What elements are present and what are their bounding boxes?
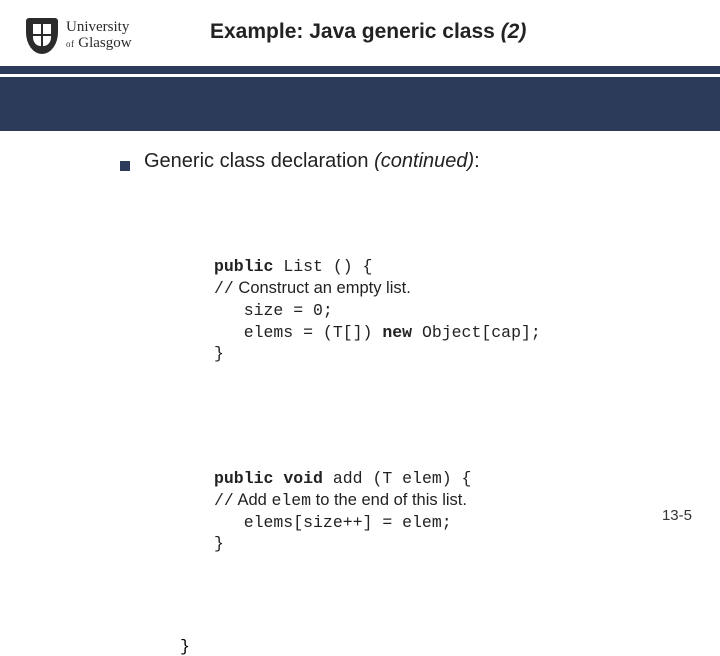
line-size: size = 0;: [214, 301, 333, 320]
outer-closing-brace: }: [180, 637, 680, 656]
constructor-block: public List () { // Construct an empty l…: [214, 235, 680, 387]
slide-title: Example: Java generic class (2): [210, 20, 720, 44]
kw-public-2: public: [214, 469, 273, 488]
comment-text-1: Construct an empty list.: [234, 279, 411, 297]
code-area: public List () { // Construct an empty l…: [214, 191, 680, 637]
line-elems-1a: elems = (T[]): [214, 323, 382, 342]
crest-icon: [26, 18, 58, 54]
kw-new: new: [382, 323, 412, 342]
kw-public-1: public: [214, 257, 273, 276]
line-body-2: elems[size++] = elem;: [214, 513, 452, 532]
divider-thin: [0, 66, 720, 74]
title-paren: (2): [501, 20, 527, 43]
comment-post-2: to the end of this list.: [311, 491, 467, 509]
bullet-colon: :: [474, 150, 480, 172]
page-number: 13-5: [662, 507, 692, 524]
slide-content: Generic class declaration (continued): p…: [120, 150, 680, 656]
title-main: Example: Java generic class: [210, 20, 501, 43]
university-logo: University of Glasgow: [26, 16, 166, 56]
bullet-item: Generic class declaration (continued):: [120, 150, 680, 173]
bullet-continued: (continued): [374, 150, 474, 172]
square-bullet-icon: [120, 161, 130, 171]
logo-text: University of Glasgow: [66, 20, 132, 52]
close-1: }: [214, 344, 224, 363]
bullet-text-wrap: Generic class declaration (continued):: [144, 150, 480, 173]
comment-slashes-2: //: [214, 491, 234, 510]
kw-void: void: [273, 469, 323, 488]
comment-slashes-1: //: [214, 279, 234, 298]
logo-of: of: [66, 39, 75, 49]
close-2: }: [214, 534, 224, 553]
banner-bar: [0, 77, 720, 131]
add-method-block: public void add (T elem) { // Add elem t…: [214, 446, 680, 577]
comment-code-2: elem: [271, 491, 311, 510]
bullet-text: Generic class declaration: [144, 150, 374, 172]
sig-rest-1: List () {: [273, 257, 372, 276]
slide-header: University of Glasgow Example: Java gene…: [0, 0, 720, 66]
comment-pre-2: Add: [234, 491, 272, 509]
line-elems-1b: Object[cap];: [412, 323, 541, 342]
logo-line2: Glasgow: [78, 35, 131, 51]
logo-line1: University: [66, 20, 132, 36]
sig-rest-2: add (T elem) {: [323, 469, 472, 488]
